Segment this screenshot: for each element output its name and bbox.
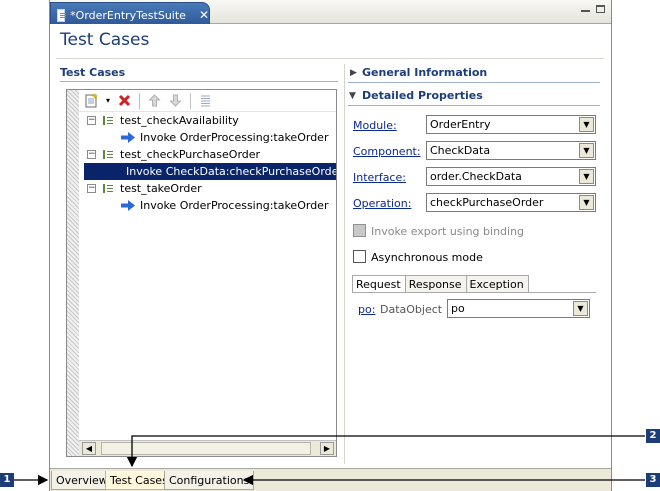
module-link[interactable]: Module: xyxy=(353,119,397,132)
callout-1-badge: 1 xyxy=(0,473,14,487)
add-test-case-icon[interactable] xyxy=(83,92,100,109)
invoke-arrow-icon xyxy=(121,200,135,211)
move-up-icon[interactable] xyxy=(146,92,163,109)
operation-link[interactable]: Operation: xyxy=(353,197,411,210)
editor-tab-bar: *OrderEntryTestSuite ✕ xyxy=(50,0,611,24)
tree-gutter xyxy=(67,90,79,456)
test-case-icon xyxy=(103,115,114,126)
tab-exception[interactable]: Exception xyxy=(466,275,529,293)
test-case-icon xyxy=(103,149,114,160)
chevron-down-icon[interactable]: ▼ xyxy=(579,195,594,210)
tree-item-label: Invoke OrderProcessing:takeOrder xyxy=(140,199,329,212)
minimize-icon[interactable] xyxy=(581,6,590,12)
interface-link[interactable]: Interface: xyxy=(353,171,406,184)
test-suite-editor: *OrderEntryTestSuite ✕ Test Cases Test C… xyxy=(49,0,612,491)
tab-test-cases[interactable]: Test Cases xyxy=(105,471,173,490)
tab-request[interactable]: Request xyxy=(352,275,406,293)
callout-3-badge: 3 xyxy=(646,473,660,487)
tab-underline xyxy=(352,292,596,293)
component-link[interactable]: Component: xyxy=(353,145,421,158)
title-separator xyxy=(56,58,604,59)
test-case-icon xyxy=(103,183,114,194)
tab-response[interactable]: Response xyxy=(405,275,467,293)
collapse-icon[interactable]: ▼ xyxy=(349,91,356,101)
panel-divider[interactable] xyxy=(344,64,345,464)
section-underline xyxy=(348,82,600,83)
editor-page-tabs: Overview Test Cases Configurations xyxy=(50,468,611,491)
horizontal-scrollbar[interactable]: ◀ ▶ xyxy=(79,440,336,456)
editor-tab[interactable]: *OrderEntryTestSuite ✕ xyxy=(50,2,210,24)
tree-toolbar: ▾ xyxy=(79,90,336,112)
test-cases-section-heading: Test Cases xyxy=(60,66,126,79)
tree-item-invoke[interactable]: Invoke OrderProcessing:takeOrder xyxy=(121,197,328,214)
invoke-export-checkbox[interactable] xyxy=(353,224,366,237)
delete-icon[interactable] xyxy=(116,92,133,109)
toolbar-separator xyxy=(190,92,191,109)
callout-2-badge: 2 xyxy=(646,429,660,443)
maximize-icon[interactable] xyxy=(596,5,605,13)
editor-tab-title: *OrderEntryTestSuite xyxy=(70,8,186,22)
param-type: DataObject xyxy=(380,303,443,316)
scroll-right-icon[interactable]: ▶ xyxy=(320,442,334,455)
invoke-arrow-icon xyxy=(121,132,135,143)
chevron-down-icon[interactable]: ▼ xyxy=(579,143,594,158)
scroll-left-icon[interactable]: ◀ xyxy=(82,442,96,455)
request-tabs: Request Response Exception xyxy=(352,275,529,293)
interface-select[interactable]: order.CheckData ▼ xyxy=(426,167,596,186)
operation-value: checkPurchaseOrder xyxy=(430,196,544,209)
properties-icon[interactable] xyxy=(197,92,214,109)
async-mode-checkbox[interactable] xyxy=(353,250,366,263)
param-po-select[interactable]: po ▼ xyxy=(447,299,590,318)
chevron-down-icon[interactable]: ▼ xyxy=(579,117,594,132)
async-mode-label: Asynchronous mode xyxy=(371,251,483,264)
tab-overview[interactable]: Overview xyxy=(51,471,113,490)
invoke-export-label: Invoke export using binding xyxy=(371,225,525,238)
param-po-value: po xyxy=(451,302,465,315)
collapse-icon[interactable]: − xyxy=(87,184,96,193)
test-suite-file-icon xyxy=(57,8,67,22)
tree-item-label: Invoke OrderProcessing:takeOrder xyxy=(140,131,329,144)
param-po-link[interactable]: po: xyxy=(358,303,375,316)
tab-configurations[interactable]: Configurations xyxy=(164,471,255,490)
collapse-icon[interactable]: − xyxy=(87,150,96,159)
detailed-properties-heading[interactable]: Detailed Properties xyxy=(362,89,483,102)
operation-select[interactable]: checkPurchaseOrder ▼ xyxy=(426,193,596,212)
interface-value: order.CheckData xyxy=(430,170,522,183)
module-value: OrderEntry xyxy=(430,118,491,131)
close-icon[interactable]: ✕ xyxy=(199,8,209,22)
chevron-down-icon[interactable]: ▼ xyxy=(573,301,588,316)
tree-item-test-checkavailability[interactable]: − test_checkAvailability xyxy=(87,112,239,129)
chevron-down-icon[interactable]: ▾ xyxy=(104,92,112,109)
expand-icon[interactable]: ▶ xyxy=(350,68,357,78)
component-value: CheckData xyxy=(430,144,491,157)
toolbar-separator xyxy=(139,92,140,109)
component-select[interactable]: CheckData ▼ xyxy=(426,141,596,160)
tree-item-test-checkpurchaseorder[interactable]: − test_checkPurchaseOrder xyxy=(87,146,260,163)
collapse-icon[interactable]: − xyxy=(87,116,96,125)
test-cases-tree: − test_checkAvailability Invoke OrderPro… xyxy=(79,112,336,440)
module-select[interactable]: OrderEntry ▼ xyxy=(426,115,596,134)
scrollbar-thumb[interactable] xyxy=(101,442,311,455)
tree-item-label: Invoke CheckData:checkPurchaseOrder xyxy=(126,165,337,178)
tree-item-label: test_checkAvailability xyxy=(120,114,239,127)
page-title: Test Cases xyxy=(60,30,150,50)
test-cases-tree-panel: ▾ − test_checkAvailability Invoke OrderP… xyxy=(66,89,337,457)
chevron-down-icon[interactable]: ▼ xyxy=(579,169,594,184)
general-information-heading[interactable]: General Information xyxy=(362,66,487,79)
tree-item-label: test_takeOrder xyxy=(120,182,202,195)
move-down-icon[interactable] xyxy=(167,92,184,109)
tree-item-invoke[interactable]: Invoke OrderProcessing:takeOrder xyxy=(121,129,331,146)
section-underline xyxy=(348,105,600,106)
tree-item-invoke-selected[interactable]: Invoke CheckData:checkPurchaseOrder xyxy=(84,163,336,180)
tree-item-label: test_checkPurchaseOrder xyxy=(120,148,261,161)
section-underline xyxy=(60,81,338,82)
tree-item-test-takeorder[interactable]: − test_takeOrder xyxy=(87,180,202,197)
